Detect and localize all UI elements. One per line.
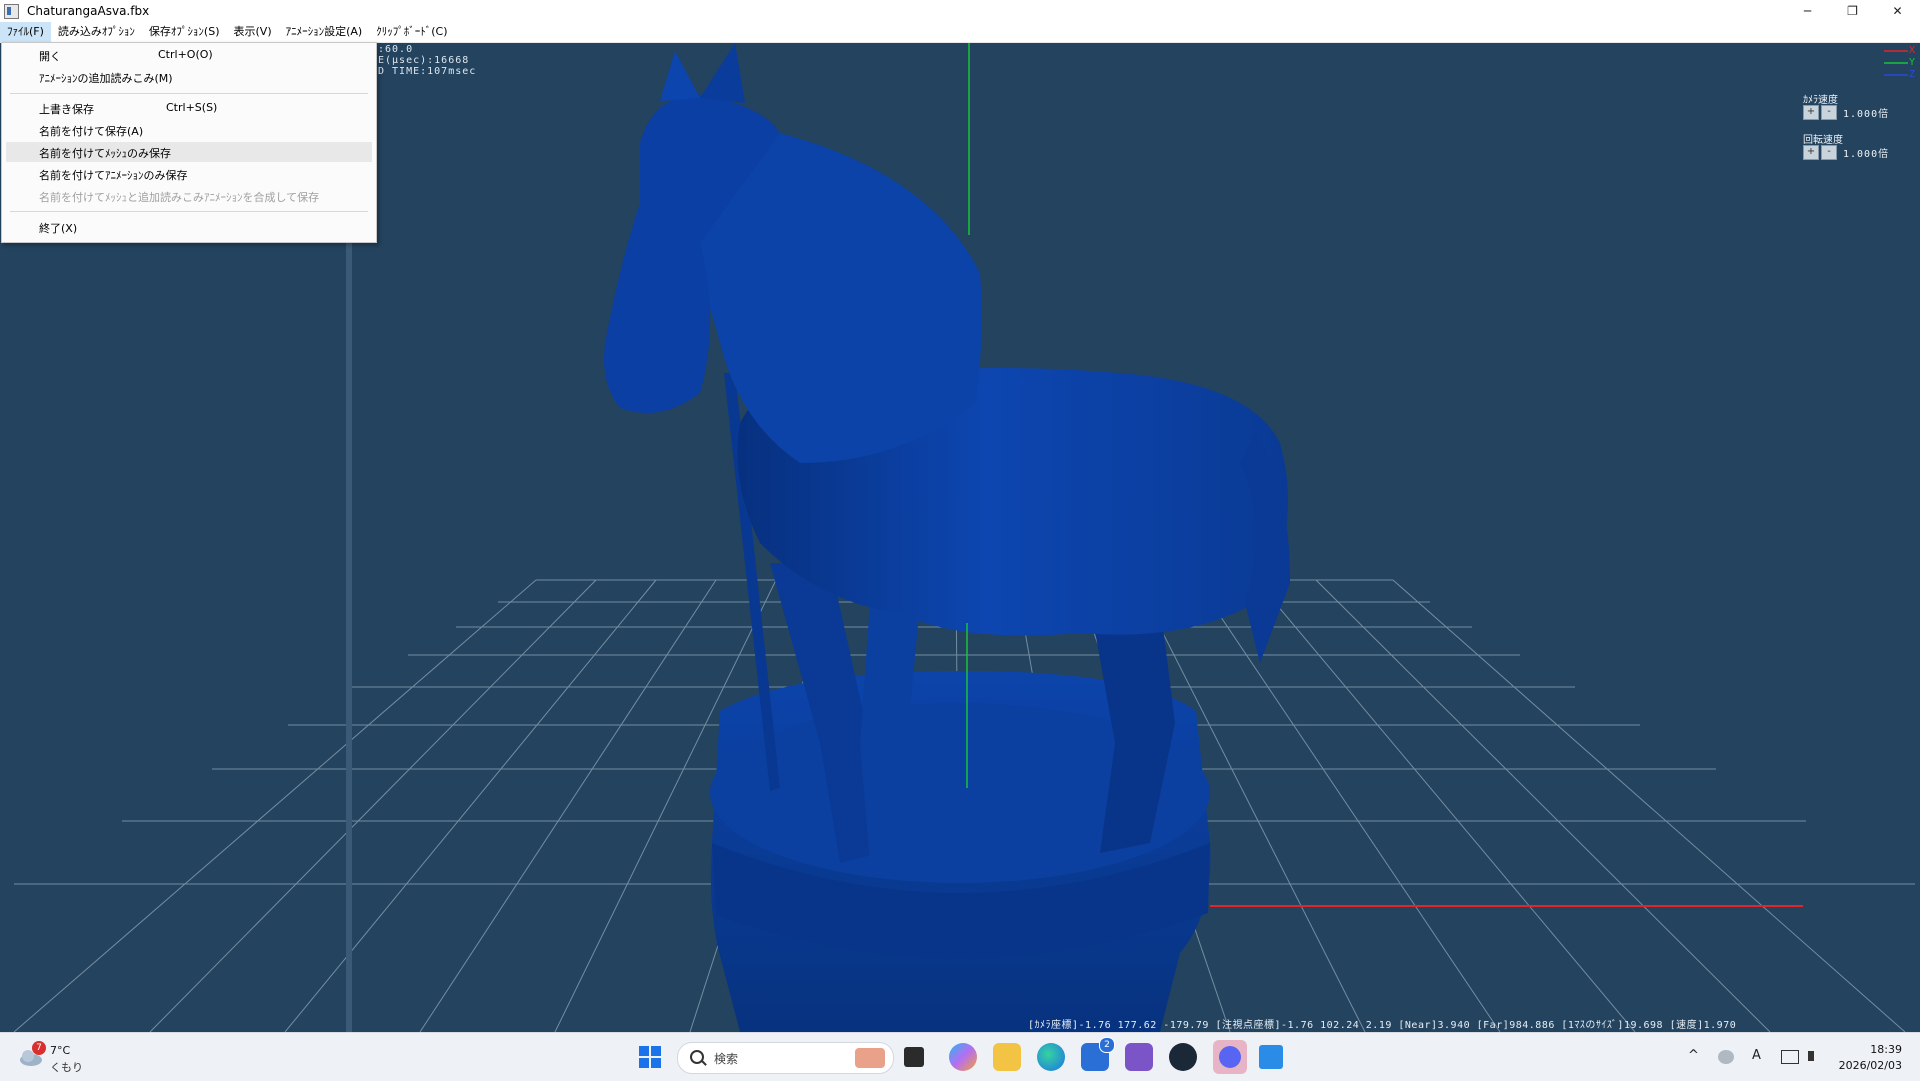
rotation-speed-panel: 回転速度 + - 1.000倍 [1803,131,1889,160]
hud-frame-time: E(μsec):16668 [378,55,470,66]
menu-animation-settings[interactable]: ｱﾆﾒｰｼｮﾝ設定(A) [279,22,370,42]
menu-item-save-merged: 名前を付けてﾒｯｼｭと追加読みこみｱﾆﾒｰｼｮﾝを合成して保存 [39,191,320,204]
title-bar: ChaturangaAsva.fbx ─ ❐ ✕ [0,0,1920,22]
axis-gizmo [1884,50,1908,76]
ime-indicator[interactable]: A [1752,1048,1761,1063]
menu-item-overwrite-save[interactable]: 上書き保存 Ctrl+S(S) [6,98,372,118]
axis-label-y: Y [1909,57,1917,68]
hud-draw-time: D TIME:107msec [378,66,477,77]
fbx-viewer-app-icon[interactable] [1259,1045,1283,1069]
rotation-speed-value: 1.000倍 [1843,149,1890,160]
camera-speed-panel: ｶﾒﾗ速度 + - 1.000倍 [1803,91,1889,120]
minimize-button[interactable]: ─ [1785,0,1830,22]
steam-icon[interactable] [1169,1043,1197,1071]
menu-separator [10,93,368,94]
window-title: ChaturangaAsva.fbx [27,4,150,18]
camera-speed-value: 1.000倍 [1843,109,1890,120]
taskbar-search[interactable]: 検索 [677,1042,894,1074]
file-explorer-icon[interactable] [993,1043,1021,1071]
menu-item-add-animation[interactable]: ｱﾆﾒｰｼｮﾝの追加読みこみ(M) [6,67,372,87]
weather-badge: 7 [32,1041,46,1055]
tray-volume-icon[interactable] [1808,1051,1824,1061]
tray-chevron-icon[interactable]: ^ [1688,1048,1699,1063]
camera-status-line: [ｶﾒﾗ座標]-1.76 177.62 -179.79 [注視点座標]-1.76… [1028,1020,1737,1031]
close-button[interactable]: ✕ [1875,0,1920,22]
search-icon [690,1050,704,1064]
weather-temp: 7°C [50,1044,71,1057]
menu-separator [10,211,368,212]
weather-desc: くもり [50,1061,83,1074]
edge-browser-icon[interactable] [1037,1043,1065,1071]
axis-label-x: X [1909,45,1917,56]
camera-speed-minus-button[interactable]: - [1821,105,1837,120]
app-icon[interactable] [4,3,19,19]
menu-clipboard[interactable]: ｸﾘｯﾌﾟﾎﾞｰﾄﾞ(C) [369,22,454,42]
tray-network-icon[interactable] [1718,1050,1734,1064]
discord-active-icon[interactable] [1213,1040,1247,1074]
scene-pole [346,243,352,1032]
axis-label-z: Z [1909,69,1917,80]
copilot-icon[interactable] [949,1043,977,1071]
camera-speed-label: ｶﾒﾗ速度 [1803,95,1838,106]
hud-fps: :60.0 [378,44,414,55]
taskbar: 7 7°C くもり 検索 2 ^ A 18:39 2026/02/03 [0,1032,1920,1081]
menu-item-exit[interactable]: 終了(X) [6,217,372,237]
menu-item-save-animation-only[interactable]: 名前を付けてｱﾆﾒｰｼｮﾝのみ保存 [6,164,372,184]
store-badge: 2 [1099,1037,1115,1053]
camera-speed-plus-button[interactable]: + [1803,105,1819,120]
menu-file[interactable]: ﾌｧｲﾙ(F) [0,22,51,42]
rotation-speed-plus-button[interactable]: + [1803,145,1819,160]
menu-save-options[interactable]: 保存ｵﾌﾟｼｮﾝ(S) [142,22,227,42]
rotation-speed-label: 回転速度 [1803,135,1843,146]
menu-item-open[interactable]: 開く Ctrl+O(O) [6,45,372,65]
clock-time: 18:39 [1870,1043,1902,1056]
search-placeholder: 検索 [714,1052,739,1066]
clock-date: 2026/02/03 [1838,1059,1902,1072]
tray-display-icon[interactable] [1781,1050,1799,1064]
taskbar-clock[interactable]: 18:39 2026/02/03 [1839,1042,1902,1074]
store-icon[interactable]: 2 [1081,1037,1115,1071]
menu-load-options[interactable]: 読み込みｵﾌﾟｼｮﾝ [51,22,142,42]
visual-studio-icon[interactable] [1125,1043,1153,1071]
rotation-speed-minus-button[interactable]: - [1821,145,1837,160]
file-menu-dropdown: 開く Ctrl+O(O) ｱﾆﾒｰｼｮﾝの追加読みこみ(M) 上書き保存 Ctr… [1,42,377,243]
menu-bar: ﾌｧｲﾙ(F) 読み込みｵﾌﾟｼｮﾝ 保存ｵﾌﾟｼｮﾝ(S) 表示(V) ｱﾆﾒ… [0,22,1920,43]
search-highlight-icon [855,1048,885,1068]
menu-view[interactable]: 表示(V) [227,22,279,42]
menu-item-save-mesh-only[interactable]: 名前を付けてﾒｯｼｭのみ保存 [6,142,372,162]
menu-item-save-as[interactable]: 名前を付けて保存(A) [6,120,372,140]
restore-button[interactable]: ❐ [1830,0,1875,22]
windows-start-icon[interactable] [636,1043,664,1071]
task-view-icon[interactable] [904,1047,924,1067]
